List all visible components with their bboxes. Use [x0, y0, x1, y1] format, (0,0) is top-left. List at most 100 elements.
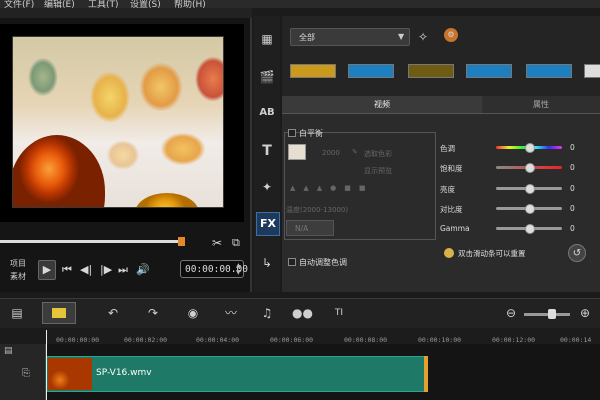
pick-color-label: 选取色彩 — [364, 150, 392, 158]
menu-settings[interactable]: 设置(S) — [130, 0, 161, 8]
record-capture-icon[interactable]: ◉ — [184, 304, 202, 322]
brightness-slider-knob[interactable] — [525, 184, 535, 194]
subtitle-editor-icon[interactable]: TI — [330, 304, 348, 322]
temperature-label: 温度(2000-13000) — [286, 206, 349, 214]
saturation-value: 0 — [570, 163, 575, 172]
text-icon[interactable]: T — [256, 140, 278, 162]
fx-filter-icon[interactable]: FX — [256, 212, 280, 236]
menu-edit[interactable]: 编辑(E) — [44, 0, 75, 8]
ruler-tick: 00:00:06:00 — [270, 336, 314, 344]
cut-icon[interactable]: ✂ — [212, 236, 222, 250]
lightbulb-icon — [444, 248, 454, 258]
video-preview[interactable] — [12, 36, 224, 208]
gamma-value: 0 — [570, 224, 575, 233]
go-to-start-icon[interactable]: ⏮ — [62, 263, 72, 277]
ruler-tick: 00:00:12:00 — [492, 336, 536, 344]
menu-file[interactable]: 文件(F) — [4, 0, 34, 8]
effect-thumbnail[interactable] — [348, 64, 394, 78]
saturation-label: 饱和度 — [440, 164, 463, 173]
effect-thumbnail[interactable] — [526, 64, 572, 78]
track-header: ▤ ⎘ — [0, 344, 46, 400]
timecode-display[interactable]: 00:00:00.00 — [180, 260, 248, 278]
tab-video[interactable]: 视频 — [282, 96, 482, 114]
scene-preset-icons: ▲▲▲●■■ — [290, 184, 374, 192]
ruler-tick: 00:00:08:00 — [344, 336, 388, 344]
hue-value: 0 — [570, 143, 575, 152]
tab-attributes[interactable]: 属性 — [482, 96, 600, 114]
chevron-down-icon: ▼ — [398, 32, 405, 41]
zoom-in-icon[interactable]: ⊕ — [576, 304, 594, 322]
sound-mixer-icon[interactable]: 〰 — [222, 304, 240, 322]
clip-thumbnail — [48, 358, 92, 390]
orange-egg-image — [13, 135, 105, 207]
scrub-bar[interactable] — [0, 240, 183, 243]
eyedropper-icon: ✎ — [352, 148, 358, 156]
redo-icon[interactable]: ↷ — [144, 304, 162, 322]
effect-thumbnail[interactable] — [466, 64, 512, 78]
white-balance-label: 白平衡 — [299, 129, 323, 138]
auto-tone-checkbox[interactable] — [288, 258, 296, 266]
timeline-view-button[interactable] — [42, 302, 76, 324]
auto-music-icon[interactable]: ♫ — [258, 304, 276, 322]
scrub-handle[interactable] — [178, 237, 185, 246]
motion-tracking-icon[interactable]: ●● — [292, 304, 313, 322]
show-preview-label: 显示预览 — [364, 167, 392, 175]
white-balance-checkbox[interactable] — [288, 129, 296, 137]
contrast-value: 0 — [570, 204, 575, 213]
storyboard-view-icon[interactable]: ▤ — [8, 304, 26, 322]
volume-icon[interactable]: 🔊 — [136, 263, 150, 276]
copy-icon[interactable]: ⧉ — [232, 236, 240, 250]
track-settings-icon[interactable]: ▤ — [4, 346, 13, 356]
ruler-tick: 00:00:10:00 — [418, 336, 462, 344]
clip-mode-label[interactable]: 素材 — [10, 271, 26, 282]
go-to-end-icon[interactable]: ⏭ — [118, 263, 128, 277]
effect-thumbnail[interactable] — [408, 64, 454, 78]
zoom-slider[interactable] — [524, 313, 570, 316]
preview-header — [0, 8, 252, 18]
reset-icon[interactable]: ↺ — [568, 244, 586, 262]
menu-bar: 文件(F) 编辑(E) 工具(T) 设置(S) 帮助(H) — [0, 0, 600, 8]
brightness-label: 亮度 — [440, 185, 455, 194]
path-icon[interactable]: ↳ — [256, 252, 278, 274]
hue-slider-knob[interactable] — [525, 143, 535, 153]
browse-icon[interactable]: ⚙ — [444, 28, 458, 42]
reset-hint: 双击滑动条可以重置 — [458, 249, 526, 258]
hue-label: 色调 — [440, 144, 455, 153]
menu-help[interactable]: 帮助(H) — [174, 0, 206, 8]
timecode-stepper[interactable]: ▲ ▼ — [236, 262, 244, 276]
playhead[interactable] — [46, 330, 47, 400]
zoom-slider-knob[interactable] — [548, 309, 556, 319]
ruler-tick: 00:00:04:00 — [196, 336, 240, 344]
zoom-out-icon[interactable]: ⊖ — [502, 304, 520, 322]
temperature-input[interactable]: N/A — [286, 220, 334, 236]
clip-name: SP-V16.wmv — [96, 368, 152, 378]
effect-thumbnail[interactable] — [584, 64, 600, 78]
project-mode-label[interactable]: 项目 — [10, 258, 26, 269]
gamma-slider-knob[interactable] — [525, 224, 535, 234]
ruler-tick: 00:00:14 — [560, 336, 592, 344]
play-icon[interactable]: ▶ — [38, 260, 56, 280]
wb-value: 2000 — [322, 149, 340, 157]
contrast-label: 对比度 — [440, 205, 463, 214]
clip-trim-handle[interactable] — [424, 356, 428, 392]
graphics-icon[interactable]: ✦ — [256, 176, 278, 198]
previous-frame-icon[interactable]: ◀| — [80, 263, 92, 276]
ruler-tick: 00:00:02:00 — [124, 336, 168, 344]
add-effect-icon[interactable]: ✧ — [418, 30, 428, 44]
undo-icon[interactable]: ↶ — [104, 304, 122, 322]
contrast-slider-knob[interactable] — [525, 204, 535, 214]
white-balance-swatch[interactable] — [288, 144, 306, 160]
yellow-egg-image — [135, 193, 199, 207]
effect-thumbnail[interactable] — [290, 64, 336, 78]
title-ab-icon[interactable]: AB — [256, 102, 278, 124]
video-track-icon: ⎘ — [22, 368, 30, 379]
menu-tools[interactable]: 工具(T) — [88, 0, 119, 8]
saturation-slider-knob[interactable] — [525, 163, 535, 173]
gamma-label: Gamma — [440, 224, 470, 233]
library-category-dropdown[interactable]: 全部 — [290, 28, 410, 46]
media-icon[interactable]: ▦ — [256, 28, 278, 50]
instant-project-icon[interactable]: 🎬 — [256, 66, 278, 88]
next-frame-icon[interactable]: |▶ — [100, 263, 112, 276]
auto-tone-label: 自动调整色调 — [299, 258, 347, 267]
ruler-tick: 00:00:00:00 — [56, 336, 100, 344]
